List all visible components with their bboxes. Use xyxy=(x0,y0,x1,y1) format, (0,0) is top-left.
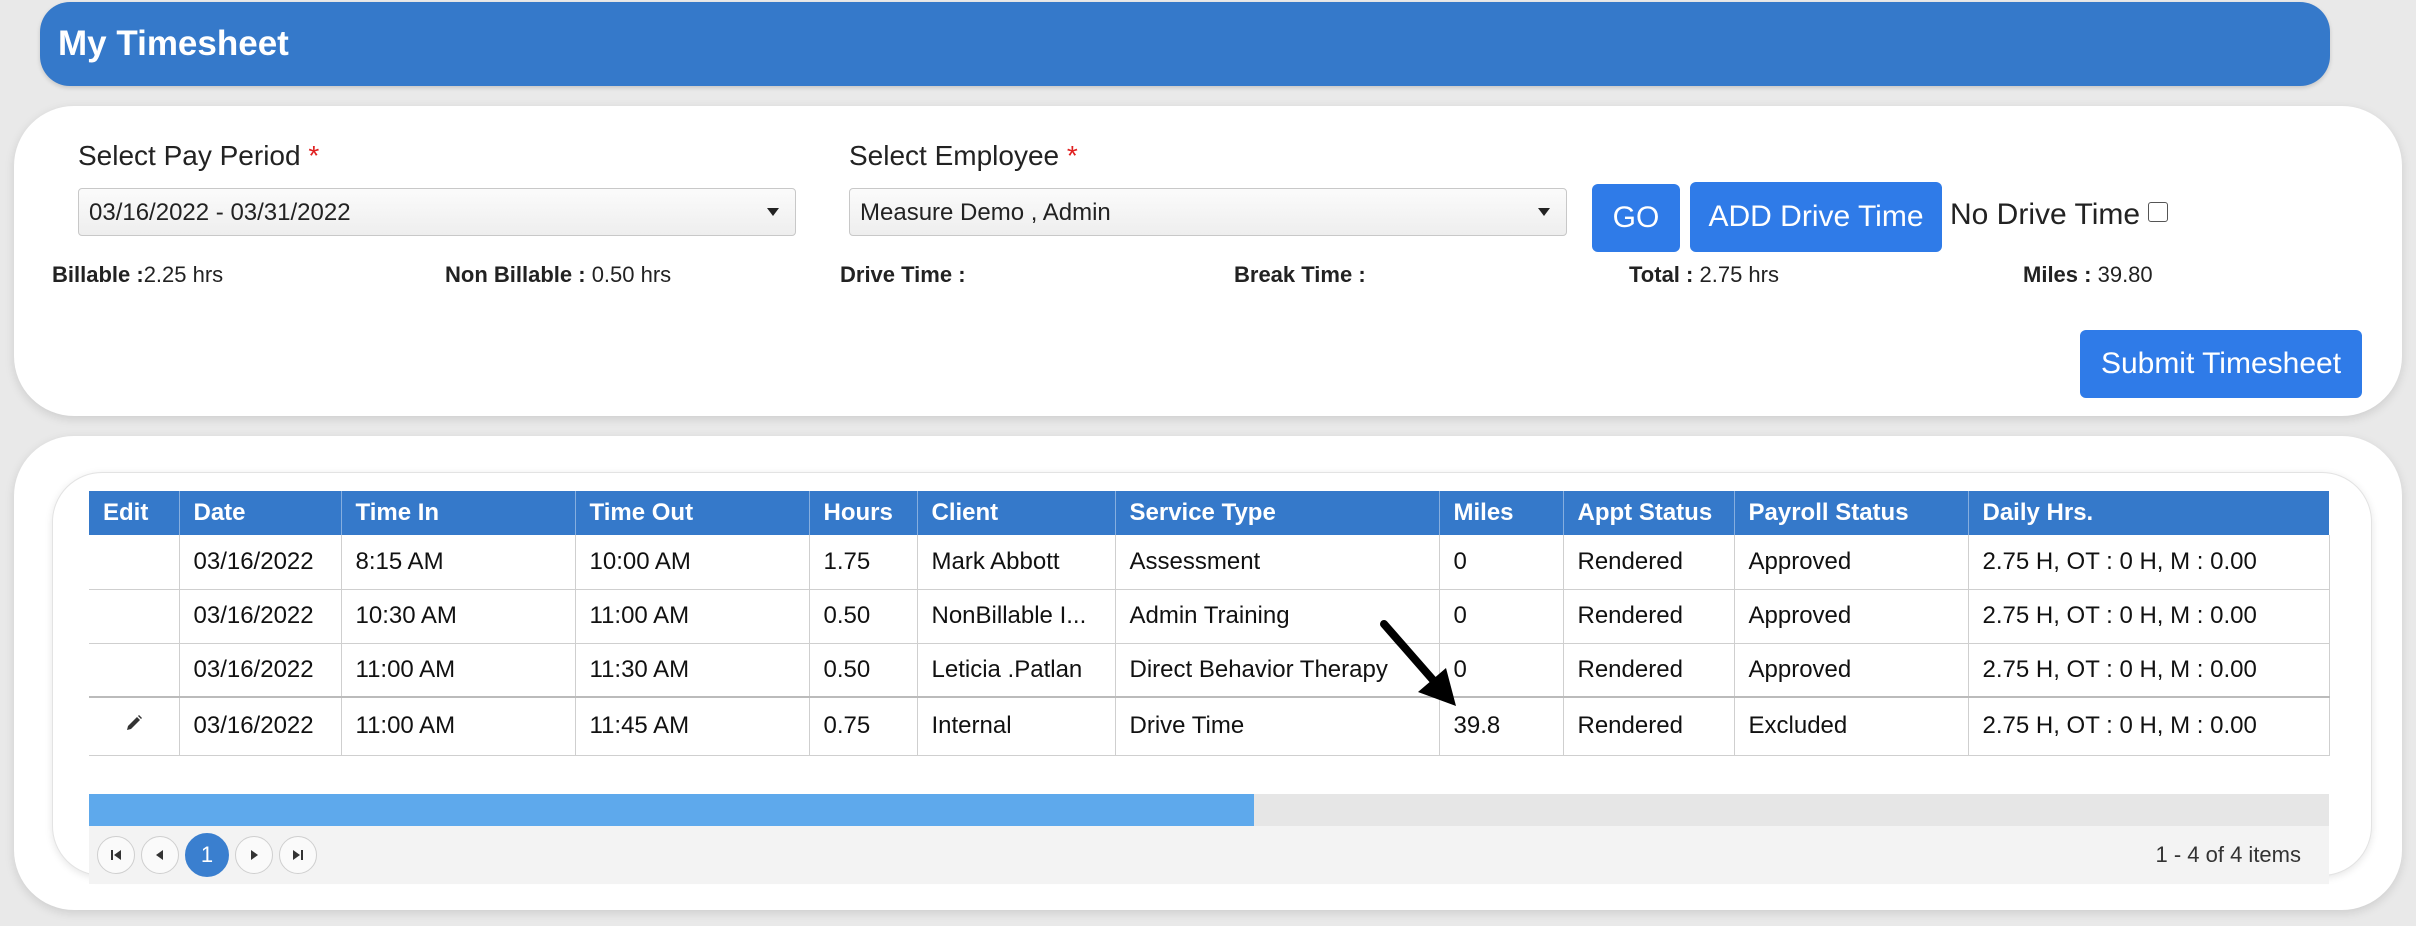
drive-time-summary: Drive Time : xyxy=(840,262,966,287)
appt-status-cell: Rendered xyxy=(1563,643,1735,698)
column-header[interactable]: Payroll Status xyxy=(1734,491,1969,535)
dropdown-arrow-icon xyxy=(767,208,779,216)
column-header[interactable]: Date xyxy=(179,491,342,535)
column-header[interactable]: Time In xyxy=(341,491,576,535)
time-in-cell: 10:30 AM xyxy=(341,589,576,644)
daily-hours-cell: 2.75 H, OT : 0 H, M : 0.00 xyxy=(1968,589,2330,644)
client-cell: Leticia .Patlan xyxy=(917,643,1116,698)
column-header[interactable]: Edit xyxy=(89,491,180,535)
last-page-icon xyxy=(293,850,303,860)
employee-select[interactable]: Measure Demo , Admin xyxy=(849,188,1567,236)
no-drive-time-toggle[interactable]: No Drive Time xyxy=(1950,198,2169,232)
pager-info: 1 - 4 of 4 items xyxy=(2155,842,2301,867)
table-row[interactable]: 03/16/2022 10:30 AM 11:00 AM 0.50 NonBil… xyxy=(89,589,2330,644)
payroll-status-cell: Approved xyxy=(1734,643,1969,698)
dropdown-arrow-icon xyxy=(1538,208,1550,216)
required-mark: * xyxy=(1066,140,1078,171)
break-time-summary: Break Time : xyxy=(1234,262,1366,287)
hours-cell: 0.75 xyxy=(809,696,918,756)
column-header[interactable]: Time Out xyxy=(575,491,810,535)
miles-cell: 0 xyxy=(1439,535,1564,590)
annotation-arrow-icon xyxy=(1380,620,1456,706)
column-header[interactable]: Appt Status xyxy=(1563,491,1735,535)
edit-cell xyxy=(89,696,180,756)
column-header[interactable]: Service Type xyxy=(1115,491,1440,535)
page-header: My Timesheet xyxy=(40,2,2330,86)
horizontal-scrollbar[interactable] xyxy=(89,794,2329,826)
grid-panel: Edit Date Time In Time Out Hours Client … xyxy=(14,436,2402,910)
column-header[interactable]: Hours xyxy=(809,491,918,535)
daily-hours-cell: 2.75 H, OT : 0 H, M : 0.00 xyxy=(1968,643,2330,698)
edit-cell xyxy=(89,643,180,698)
next-page-icon xyxy=(251,850,258,860)
time-out-cell: 11:45 AM xyxy=(575,696,810,756)
first-page-button[interactable] xyxy=(97,836,135,874)
first-page-icon xyxy=(111,850,121,860)
no-drive-time-checkbox[interactable] xyxy=(2148,202,2169,222)
edit-cell xyxy=(89,535,180,590)
miles-summary: Miles : 39.80 xyxy=(2023,262,2153,287)
next-page-button[interactable] xyxy=(235,836,273,874)
filter-panel: Select Pay Period * 03/16/2022 - 03/31/2… xyxy=(14,106,2402,416)
time-out-cell: 11:00 AM xyxy=(575,589,810,644)
appt-status-cell: Rendered xyxy=(1563,589,1735,644)
daily-hours-cell: 2.75 H, OT : 0 H, M : 0.00 xyxy=(1968,696,2330,756)
hours-cell: 0.50 xyxy=(809,643,918,698)
pager: 1 1 - 4 of 4 items xyxy=(89,826,2329,884)
daily-hours-cell: 2.75 H, OT : 0 H, M : 0.00 xyxy=(1968,535,2330,590)
employee-label: Select Employee * xyxy=(849,140,1078,171)
prev-page-button[interactable] xyxy=(141,836,179,874)
table-row[interactable]: 03/16/2022 8:15 AM 10:00 AM 1.75 Mark Ab… xyxy=(89,535,2330,590)
time-out-cell: 11:30 AM xyxy=(575,643,810,698)
required-mark: * xyxy=(308,140,320,171)
billable-summary: Billable :2.25 hrs xyxy=(52,262,224,287)
table-row[interactable]: 03/16/2022 11:00 AM 11:45 AM 0.75 Intern… xyxy=(89,696,2330,756)
add-drive-time-button[interactable]: ADD Drive Time xyxy=(1690,182,1942,252)
time-in-cell: 8:15 AM xyxy=(341,535,576,590)
appt-status-cell: Rendered xyxy=(1563,535,1735,590)
grid-card: Edit Date Time In Time Out Hours Client … xyxy=(52,472,2372,884)
last-page-button[interactable] xyxy=(279,836,317,874)
client-cell: Mark Abbott xyxy=(917,535,1116,590)
client-cell: Internal xyxy=(917,696,1116,756)
appt-status-cell: Rendered xyxy=(1563,696,1735,756)
payroll-status-cell: Approved xyxy=(1734,589,1969,644)
prev-page-icon xyxy=(156,850,163,860)
scrollbar-thumb[interactable] xyxy=(89,794,1254,826)
date-cell: 03/16/2022 xyxy=(179,696,342,756)
service-type-cell: Assessment xyxy=(1115,535,1440,590)
date-cell: 03/16/2022 xyxy=(179,535,342,590)
hours-cell: 1.75 xyxy=(809,535,918,590)
column-header[interactable]: Client xyxy=(917,491,1116,535)
grid-header-row: Edit Date Time In Time Out Hours Client … xyxy=(89,491,2330,535)
total-summary: Total : 2.75 hrs xyxy=(1629,262,1779,287)
edit-cell xyxy=(89,589,180,644)
go-button[interactable]: GO xyxy=(1592,184,1680,252)
pay-period-select[interactable]: 03/16/2022 - 03/31/2022 xyxy=(78,188,796,236)
payroll-status-cell: Approved xyxy=(1734,535,1969,590)
timesheet-grid: Edit Date Time In Time Out Hours Client … xyxy=(89,491,2330,756)
table-row[interactable]: 03/16/2022 11:00 AM 11:30 AM 0.50 Letici… xyxy=(89,643,2330,698)
client-cell: NonBillable I... xyxy=(917,589,1116,644)
date-cell: 03/16/2022 xyxy=(179,589,342,644)
page-number-button[interactable]: 1 xyxy=(185,833,229,877)
payroll-status-cell: Excluded xyxy=(1734,696,1969,756)
time-in-cell: 11:00 AM xyxy=(341,643,576,698)
nonbillable-summary: Non Billable : 0.50 hrs xyxy=(445,262,672,287)
hours-cell: 0.50 xyxy=(809,589,918,644)
time-in-cell: 11:00 AM xyxy=(341,696,576,756)
pay-period-label: Select Pay Period * xyxy=(78,140,320,171)
column-header[interactable]: Daily Hrs. xyxy=(1968,491,2330,535)
time-out-cell: 10:00 AM xyxy=(575,535,810,590)
column-header[interactable]: Miles xyxy=(1439,491,1564,535)
date-cell: 03/16/2022 xyxy=(179,643,342,698)
page-title: My Timesheet xyxy=(58,24,289,63)
submit-timesheet-button[interactable]: Submit Timesheet xyxy=(2080,330,2362,398)
pencil-icon[interactable] xyxy=(124,713,144,733)
